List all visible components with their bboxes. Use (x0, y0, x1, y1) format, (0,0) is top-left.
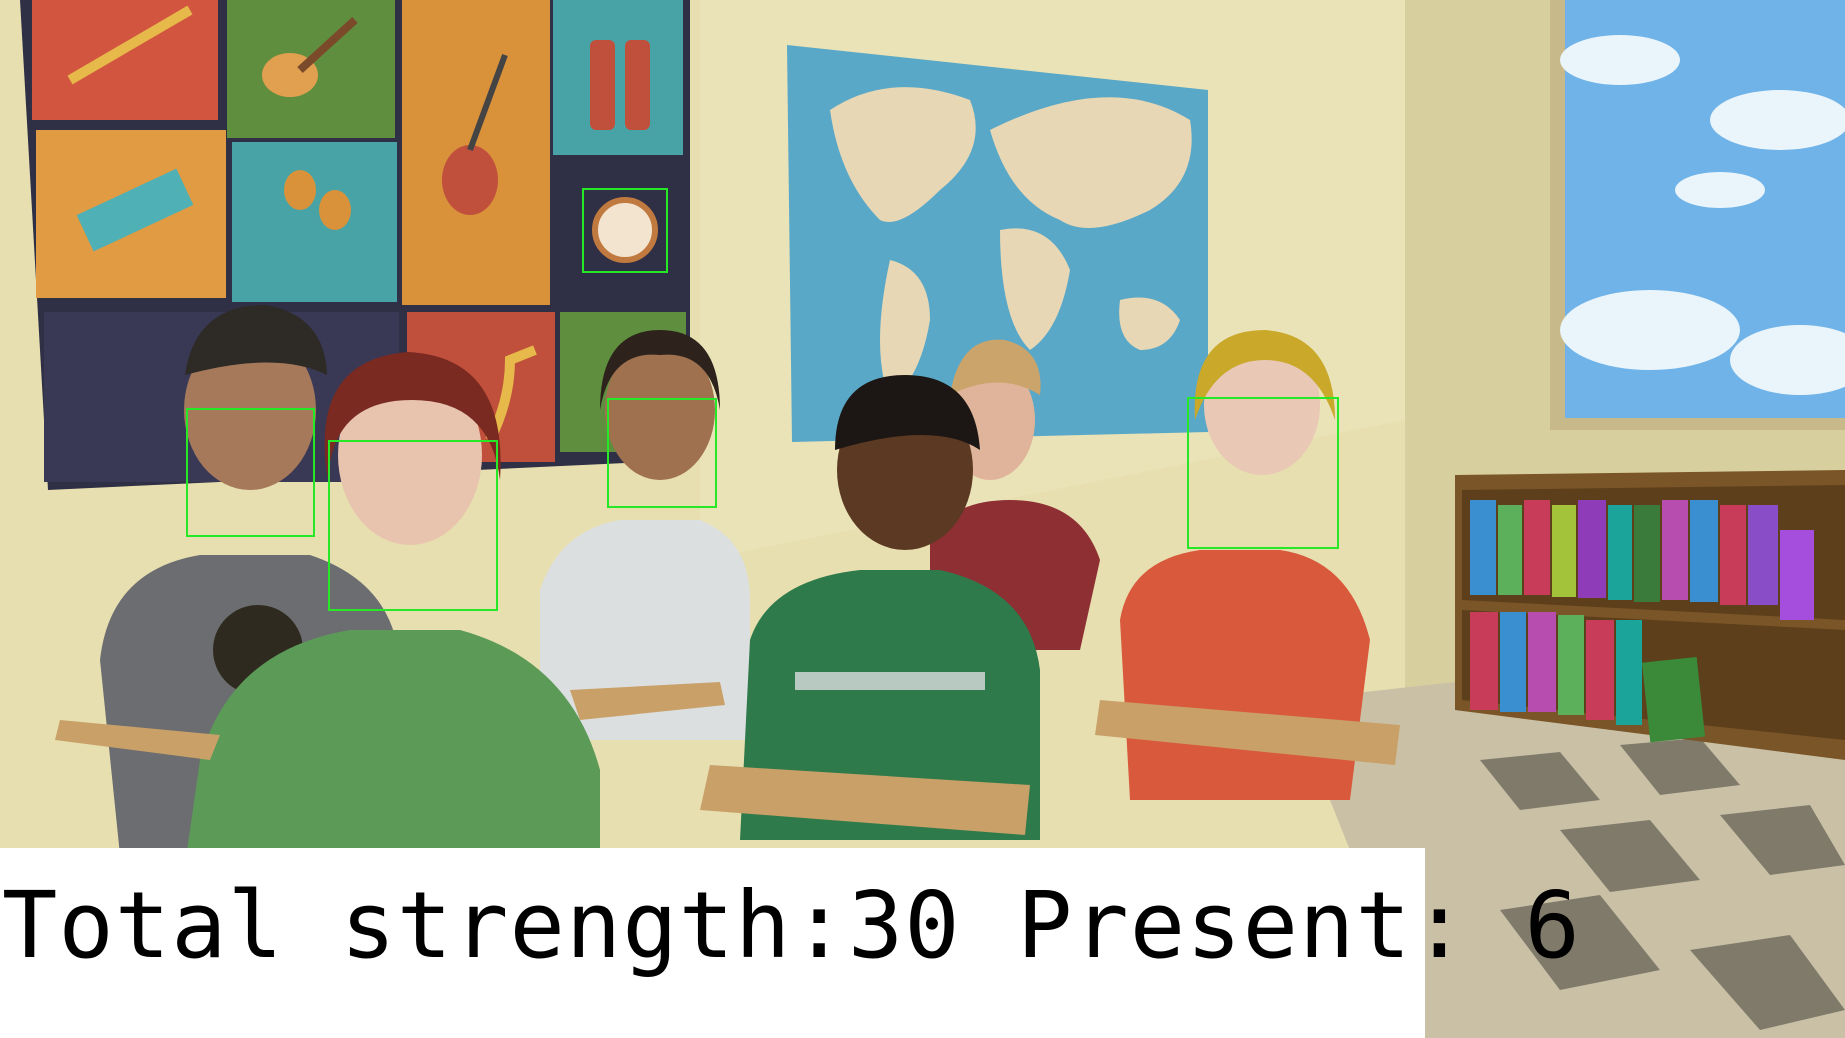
face-detection-box-girl-middle (607, 398, 717, 508)
face-detection-box-girl-right (1187, 397, 1339, 549)
face-detection-box-tambourine (582, 188, 668, 273)
total-strength-label: Total strength: (2, 872, 848, 979)
present-value: 6 (1524, 872, 1581, 979)
attendance-text: Total strength:30 Present: 6 (2, 880, 1581, 972)
window (1550, 0, 1845, 430)
bookshelf (1455, 470, 1845, 760)
present-label: Present: (960, 872, 1525, 979)
total-strength-value: 30 (847, 872, 961, 979)
face-detection-box-boy-left (186, 408, 315, 537)
face-detection-box-girl-front (328, 440, 498, 611)
